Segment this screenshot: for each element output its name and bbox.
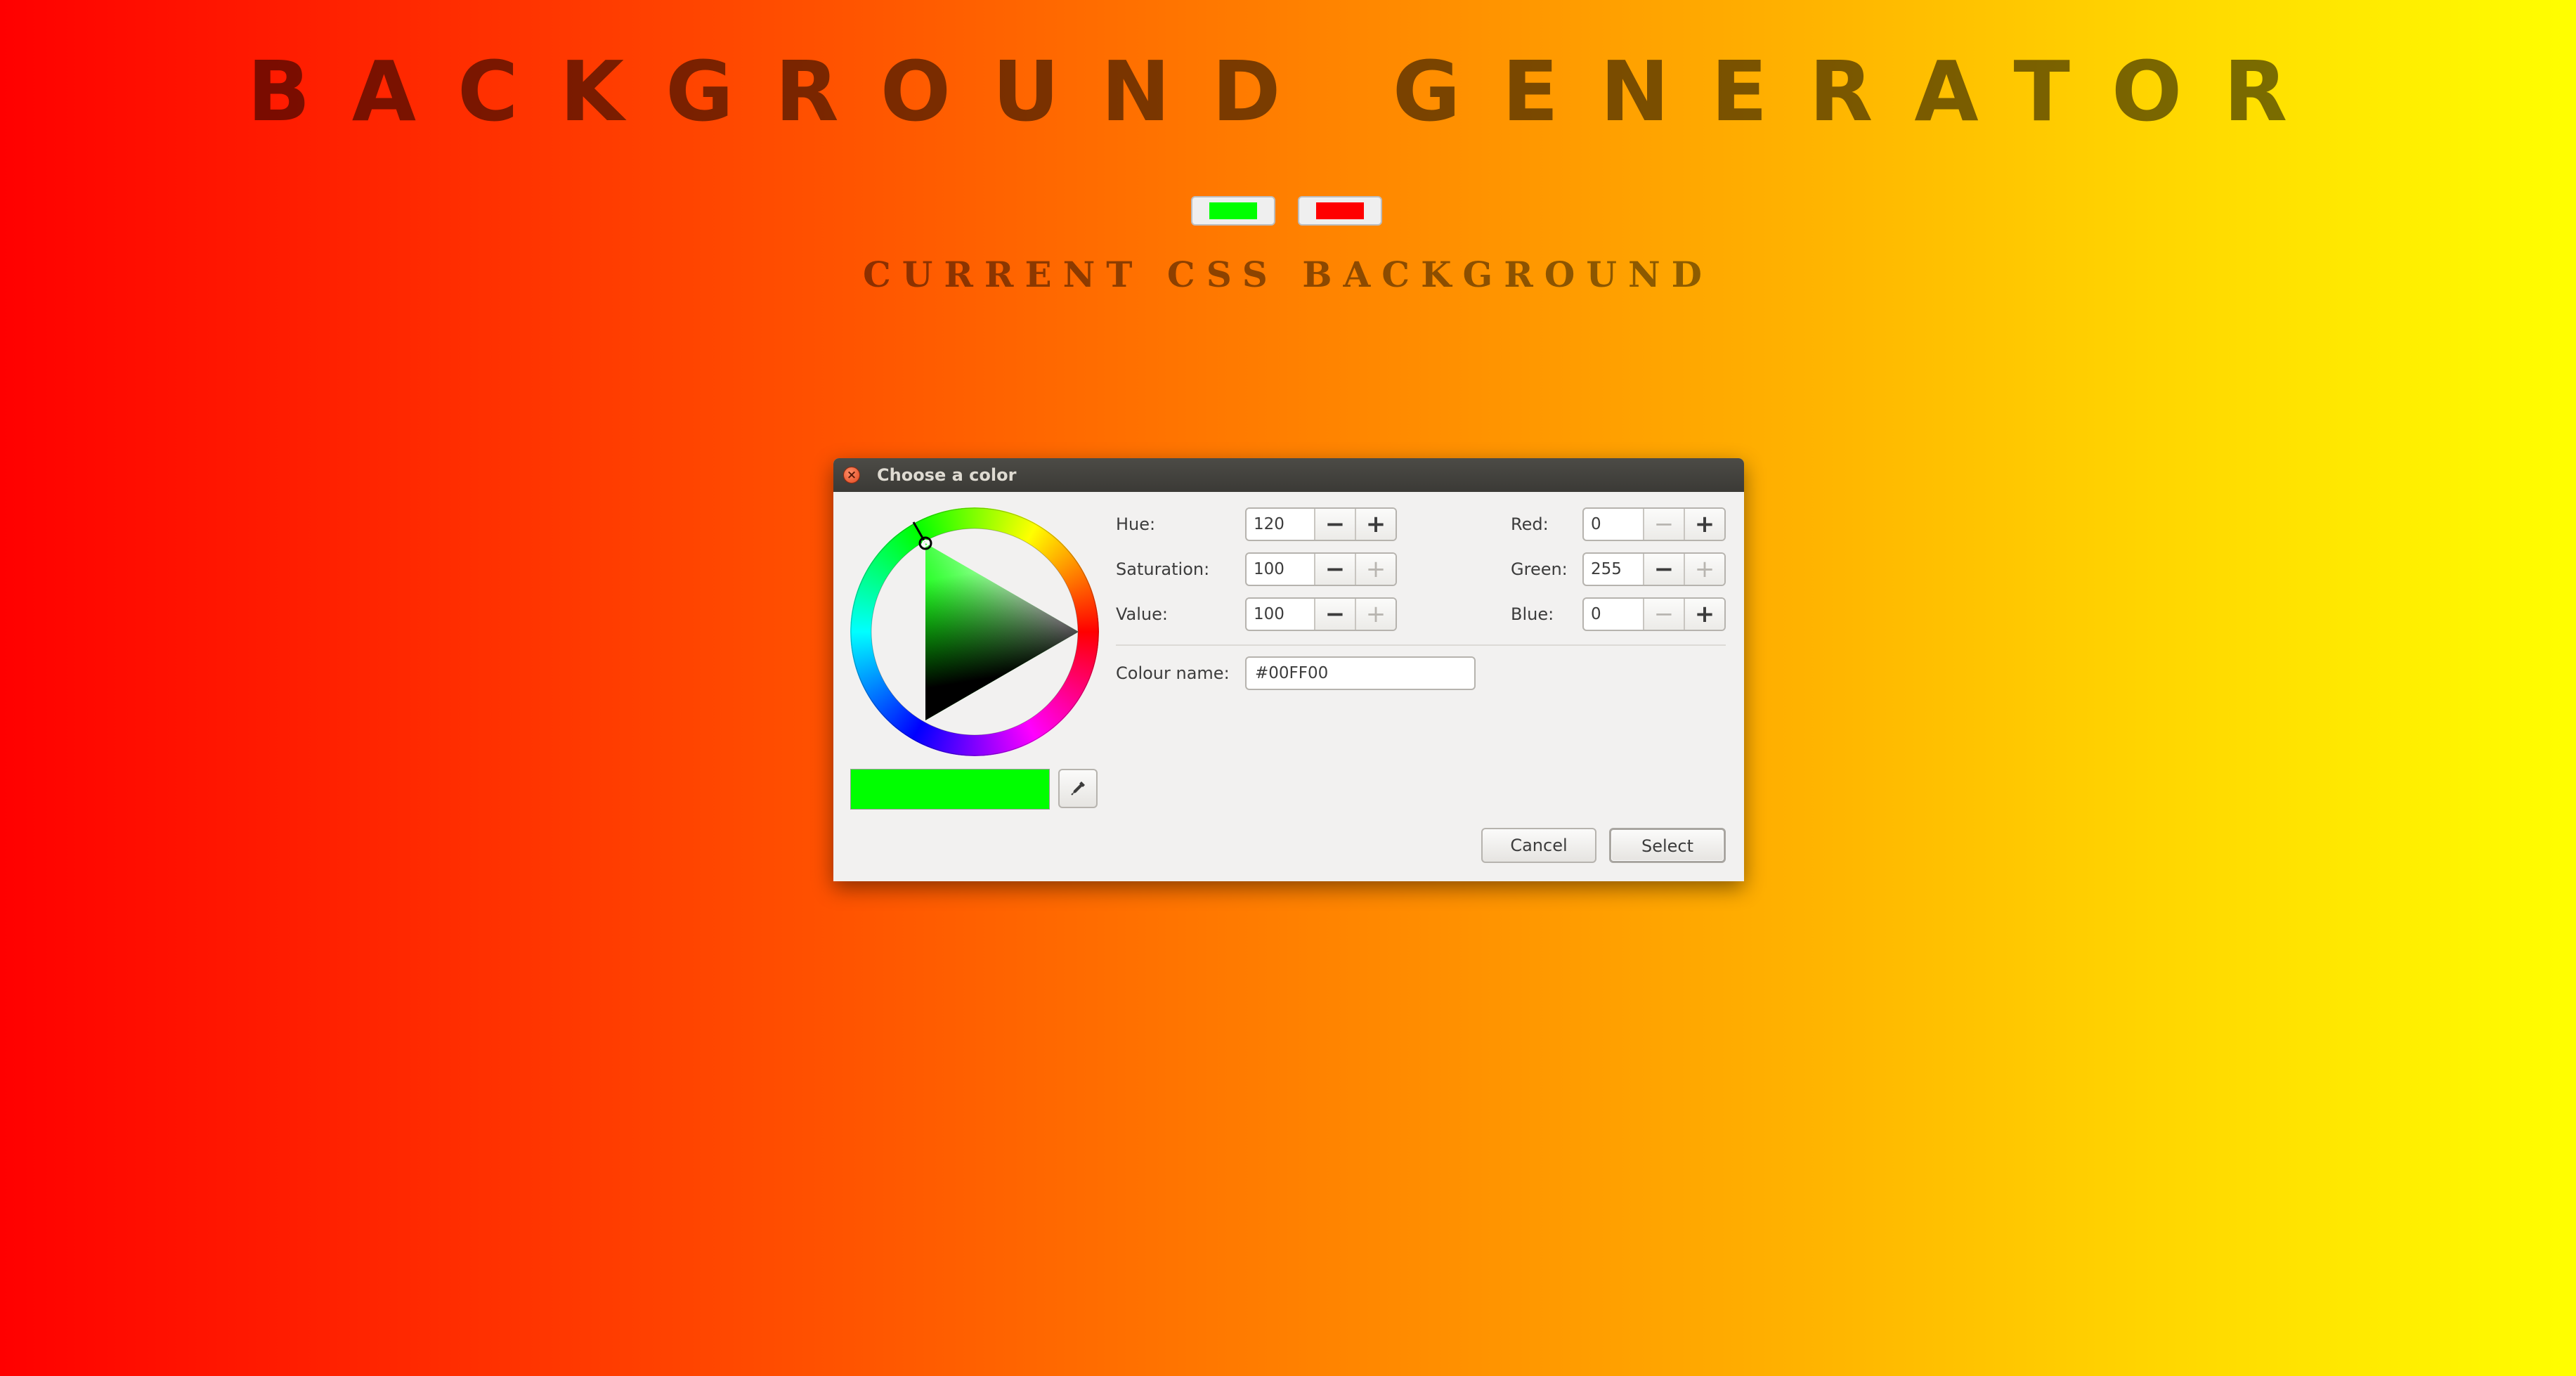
css-background-heading: CURRENT CSS BACKGROUND	[862, 254, 1714, 295]
dialog-titlebar[interactable]: × Choose a color	[833, 458, 1744, 492]
saturation-spinbutton[interactable]: 100 − +	[1245, 552, 1397, 586]
value-increment-button[interactable]: +	[1355, 599, 1396, 630]
eyedropper-icon	[1071, 781, 1085, 796]
color-chooser-dialog: × Choose a color Hue: 120 − + Saturation…	[833, 458, 1744, 881]
dialog-title: Choose a color	[877, 465, 1017, 485]
blue-value[interactable]: 0	[1584, 599, 1643, 630]
colour-name-input[interactable]: #00FF00	[1245, 656, 1476, 690]
blue-label: Blue:	[1511, 604, 1554, 624]
color-picker-2[interactable]	[1298, 196, 1382, 226]
blue-decrement-button[interactable]: −	[1643, 599, 1684, 630]
current-color-swatch	[850, 769, 1050, 810]
saturation-increment-button[interactable]: +	[1355, 554, 1396, 585]
page-title: BACKGROUND GENERATOR	[247, 43, 2329, 140]
green-increment-button[interactable]: +	[1684, 554, 1724, 585]
value-spinbutton[interactable]: 100 − +	[1245, 597, 1397, 631]
blue-increment-button[interactable]: +	[1684, 599, 1724, 630]
hue-label: Hue:	[1116, 514, 1156, 534]
green-value[interactable]: 255	[1584, 554, 1643, 585]
green-spinbutton[interactable]: 255 − +	[1582, 552, 1726, 586]
cancel-button[interactable]: Cancel	[1481, 828, 1596, 863]
color-2-swatch	[1316, 202, 1364, 219]
green-label: Green:	[1511, 559, 1568, 579]
colour-name-label: Colour name:	[1116, 663, 1230, 683]
dialog-separator	[1116, 644, 1726, 646]
hue-value[interactable]: 120	[1247, 509, 1314, 540]
red-value[interactable]: 0	[1584, 509, 1643, 540]
color-inputs	[1191, 196, 1382, 226]
hue-decrement-button[interactable]: −	[1314, 509, 1355, 540]
hue-spinbutton[interactable]: 120 − +	[1245, 507, 1397, 541]
red-spinbutton[interactable]: 0 − +	[1582, 507, 1726, 541]
saturation-label: Saturation:	[1116, 559, 1210, 579]
select-button[interactable]: Select	[1609, 828, 1726, 863]
red-label: Red:	[1511, 514, 1549, 534]
close-icon[interactable]: ×	[843, 467, 860, 483]
value-label: Value:	[1116, 604, 1168, 624]
red-increment-button[interactable]: +	[1684, 509, 1724, 540]
value-triangle-shade	[925, 543, 1079, 720]
color-picker-1[interactable]	[1191, 196, 1275, 226]
hsv-color-wheel[interactable]	[850, 507, 1099, 756]
saturation-decrement-button[interactable]: −	[1314, 554, 1355, 585]
value-value[interactable]: 100	[1247, 599, 1314, 630]
value-decrement-button[interactable]: −	[1314, 599, 1355, 630]
red-decrement-button[interactable]: −	[1643, 509, 1684, 540]
blue-spinbutton[interactable]: 0 − +	[1582, 597, 1726, 631]
saturation-value[interactable]: 100	[1247, 554, 1314, 585]
green-decrement-button[interactable]: −	[1643, 554, 1684, 585]
hue-increment-button[interactable]: +	[1355, 509, 1396, 540]
eyedropper-button[interactable]	[1058, 769, 1098, 808]
color-1-swatch	[1209, 202, 1257, 219]
